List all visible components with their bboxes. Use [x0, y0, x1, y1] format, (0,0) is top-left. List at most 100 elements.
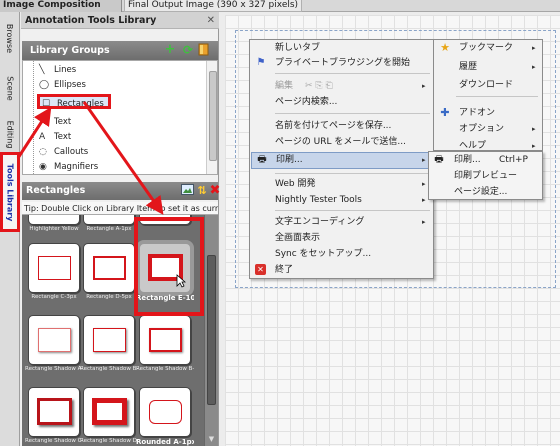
gallery-item-rectangle-shadow-c-5px[interactable]: Rectangle Shadow C-5px [25, 387, 83, 446]
panel-title: Annotation Tools Library ✕ [21, 12, 219, 29]
private-mask-icon: ⚑ [256, 57, 266, 68]
gallery-caption: Highlighter Yellow [29, 226, 79, 232]
menu-item-exit[interactable]: ✕ 終了 [250, 263, 433, 277]
group-item-rectangles[interactable]: ☐ Rectangles [37, 94, 111, 109]
submenu-arrow-icon: ▸ [532, 63, 536, 71]
menu-item-page-setup[interactable]: ページ設定... [429, 185, 542, 199]
tab-image-composition[interactable]: Image Composition [0, 0, 122, 12]
gallery-item-rectangle-e-10px[interactable]: Rectangle E-10px [136, 243, 194, 303]
scroll-down-icon[interactable]: ▼ [206, 435, 217, 445]
group-item-lines[interactable]: ╲ Lines [39, 63, 76, 78]
menu-item-character-encoding[interactable]: 文字エンコーディング ▸ [250, 215, 433, 229]
submenu-arrow-icon: ▸ [422, 196, 426, 204]
rectangles-gallery: Highlighter Yellow Rectangle A-1px Recta… [22, 215, 218, 446]
rectangle-preview [92, 398, 127, 425]
gallery-thumbnail [28, 315, 80, 365]
rectangle-preview [38, 328, 71, 352]
vtab-editing[interactable]: Editing [0, 112, 20, 156]
menu-separator [275, 210, 430, 211]
gallery-scroll-thumb[interactable] [207, 255, 216, 405]
image-icon[interactable] [180, 184, 194, 198]
menu-item-web-developer[interactable]: Web 開発 ▸ [250, 177, 433, 191]
menu-item-nightly-tester-tools[interactable]: Nightly Tester Tools ▸ [250, 193, 433, 207]
menu-item-options[interactable]: オプション ▸ [434, 122, 542, 136]
gallery-item-rectangle-shadow-a-1px[interactable]: Rectangle Shadow A-1px [25, 315, 83, 375]
menu-item-print-preview[interactable]: 印刷プレビュー [429, 169, 542, 183]
menu-item-save-page[interactable]: 名前を付けてページを保存... [250, 119, 433, 133]
gallery-caption: Rectangle E-10px [136, 294, 194, 302]
menu-item-history[interactable]: 履歴 ▸ [434, 60, 542, 74]
menu-item-edit[interactable]: 編集 ✂ ⎘ ⎗ ▸ [250, 79, 433, 93]
rectangle-preview [37, 398, 72, 425]
vtab-browse[interactable]: Browse [0, 12, 20, 64]
gallery-item-rectangle-c-3px[interactable]: Rectangle C-3px [28, 243, 80, 303]
rectangle-icon: ☐ [42, 99, 51, 109]
vtab-scene[interactable]: Scene [0, 64, 20, 112]
gallery-item-rectangle-shadow-b-3px-mitered[interactable]: Rectangle Shadow B-3px Mitered [80, 315, 138, 375]
menu-separator [275, 73, 430, 74]
menu-separator [275, 173, 430, 174]
gallery-scrollbar[interactable]: ▼ [204, 215, 218, 446]
submenu-arrow-icon: ▸ [532, 125, 536, 133]
library-book-icon[interactable] [197, 43, 211, 57]
menu-item-downloads[interactable]: ダウンロード [434, 78, 542, 92]
rectangles-header: Rectangles ⇅ ✖ [22, 182, 220, 200]
tree-connector [33, 61, 34, 174]
library-groups-tree: ╲ Lines ◯ Ellipses ☐ Rectangles A Text A Text… [22, 60, 218, 175]
menu-item-print-page[interactable]: 🖶 印刷... Ctrl+P [429, 153, 542, 167]
gallery-item-rectangle-shadow-b-5px[interactable]: Rectangle Shadow B-5px [136, 315, 194, 375]
close-panel-icon[interactable]: ✕ [207, 12, 215, 29]
menu-item-find[interactable]: ページ内検索... [250, 95, 433, 109]
menu-item-full-screen[interactable]: 全画面表示 [250, 231, 433, 245]
submenu-arrow-icon: ▸ [532, 142, 536, 150]
group-item-callouts[interactable]: ◌ Callouts [39, 145, 88, 160]
gallery-item-rectangle-a-1px[interactable]: Rectangle A-1px [83, 215, 135, 235]
text-icon: A [39, 117, 46, 127]
gallery-thumbnail [83, 387, 135, 437]
submenu-arrow-icon: ▸ [422, 82, 426, 90]
refresh-icon[interactable]: ⟳ [181, 43, 195, 57]
magnifier-icon: ◉ [39, 162, 47, 172]
group-item-text-1[interactable]: A Text [39, 115, 71, 130]
gallery-item-rectangle-d-5px[interactable]: Rectangle D-5px [83, 243, 135, 303]
submenu-arrow-icon: ▸ [422, 218, 426, 226]
gallery-thumbnail [83, 215, 135, 225]
tab-final-output-image[interactable]: Final Output Image (390 x 327 pixels) [124, 0, 303, 12]
groups-scrollbar[interactable] [206, 61, 217, 174]
rectangle-preview [93, 256, 126, 280]
gallery-item-rounded-a-1px[interactable]: Rounded A-1px [136, 387, 194, 446]
gallery-item-highlighter-yellow[interactable]: Highlighter Yellow [28, 215, 80, 235]
vtab-tools-library[interactable]: Tools Library [0, 152, 20, 232]
add-group-icon[interactable]: + [163, 43, 177, 57]
groups-scroll-thumb[interactable] [209, 71, 217, 161]
gallery-item-top-3[interactable] [139, 215, 191, 235]
menu-item-email-link[interactable]: ページの URL をメールで送信... [250, 135, 433, 149]
rectangle-preview [38, 256, 71, 280]
gallery-caption: Rectangle Shadow B-3px Mitered [80, 366, 138, 372]
menu-separator [275, 113, 430, 114]
gallery-thumbnail [28, 215, 80, 225]
line-icon: ╲ [39, 65, 45, 75]
group-item-magnifiers[interactable]: ◉ Magnifiers [39, 160, 98, 174]
menu-item-new-tab[interactable]: 新しいタブ [250, 41, 433, 55]
gallery-caption: Rounded A-1px [136, 438, 194, 446]
printer-icon: 🖶 [434, 154, 444, 165]
menu-item-print[interactable]: 🖶 印刷... ▸ [251, 152, 432, 169]
menu-item-bookmarks[interactable]: ★ ブックマーク ▸ [434, 41, 542, 55]
gallery-item-rectangle-shadow-d-10px[interactable]: Rectangle Shadow D-10px [80, 387, 138, 446]
menu-item-help[interactable]: ヘルプ ▸ [434, 139, 542, 151]
bookmark-star-icon: ★ [440, 41, 450, 54]
print-submenu: 🖶 印刷... Ctrl+P 印刷プレビュー ページ設定... [428, 151, 543, 200]
group-item-ellipses[interactable]: ◯ Ellipses [39, 78, 86, 93]
menu-separator [456, 96, 538, 97]
group-item-text-2[interactable]: A Text [39, 130, 71, 145]
gallery-caption: Rectangle C-3px [31, 294, 77, 300]
vertical-tab-strip: Browse Scene Editing Tools Library [0, 12, 20, 446]
menu-item-private-browsing[interactable]: ⚑ プライベートブラウジングを開始 [250, 56, 433, 70]
menu-item-addons[interactable]: ✚ アドオン [434, 106, 542, 120]
menu-item-set-up-sync[interactable]: Sync をセットアップ... [250, 247, 433, 261]
gallery-thumbnail [139, 243, 191, 293]
sort-icon[interactable]: ⇅ [195, 184, 209, 198]
printer-icon: 🖶 [257, 154, 267, 165]
delete-icon[interactable]: ✖ [208, 184, 222, 198]
